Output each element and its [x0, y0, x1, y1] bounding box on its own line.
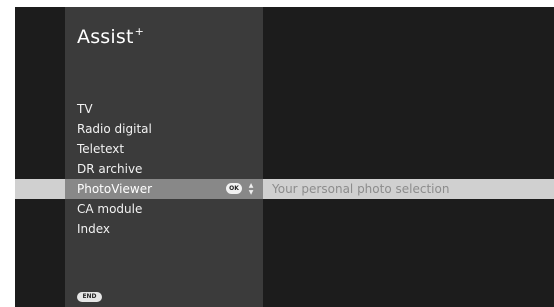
menu-item-ca-module[interactable]: CA module	[15, 199, 554, 219]
menu-item-label: Index	[77, 222, 111, 236]
menu-item-label: TV	[77, 102, 93, 116]
menu-item-index[interactable]: Index	[15, 219, 554, 239]
end-button-icon[interactable]: END	[77, 292, 102, 302]
menu-item-label: DR archive	[77, 162, 143, 176]
ok-button-icon: OK	[226, 183, 242, 194]
app-title-text: Assist	[77, 26, 134, 48]
menu-list: TV Radio digital Teletext DR archive Pho…	[15, 99, 554, 239]
menu-item-label: Teletext	[77, 142, 125, 156]
menu-item-photoviewer[interactable]: PhotoViewer OK ▲ ▼ Your personal photo s…	[15, 179, 554, 199]
app-title-suffix: +	[134, 25, 145, 38]
arrow-down-icon: ▼	[248, 189, 254, 196]
menu-item-label: Radio digital	[77, 122, 152, 136]
menu-item-teletext[interactable]: Teletext	[15, 139, 554, 159]
item-description: Your personal photo selection	[272, 182, 450, 196]
menu-item-label: CA module	[77, 202, 143, 216]
up-down-arrows-icon: ▲ ▼	[247, 182, 255, 196]
menu-item-label: PhotoViewer	[77, 182, 153, 196]
arrow-up-icon: ▲	[248, 182, 254, 189]
tv-screen: Assist+ TV Radio digital Teletext DR arc…	[15, 7, 554, 307]
menu-item-dr-archive[interactable]: DR archive	[15, 159, 554, 179]
menu-item-radio-digital[interactable]: Radio digital	[15, 119, 554, 139]
app-title: Assist+	[77, 25, 145, 48]
menu-item-tv[interactable]: TV	[15, 99, 554, 119]
